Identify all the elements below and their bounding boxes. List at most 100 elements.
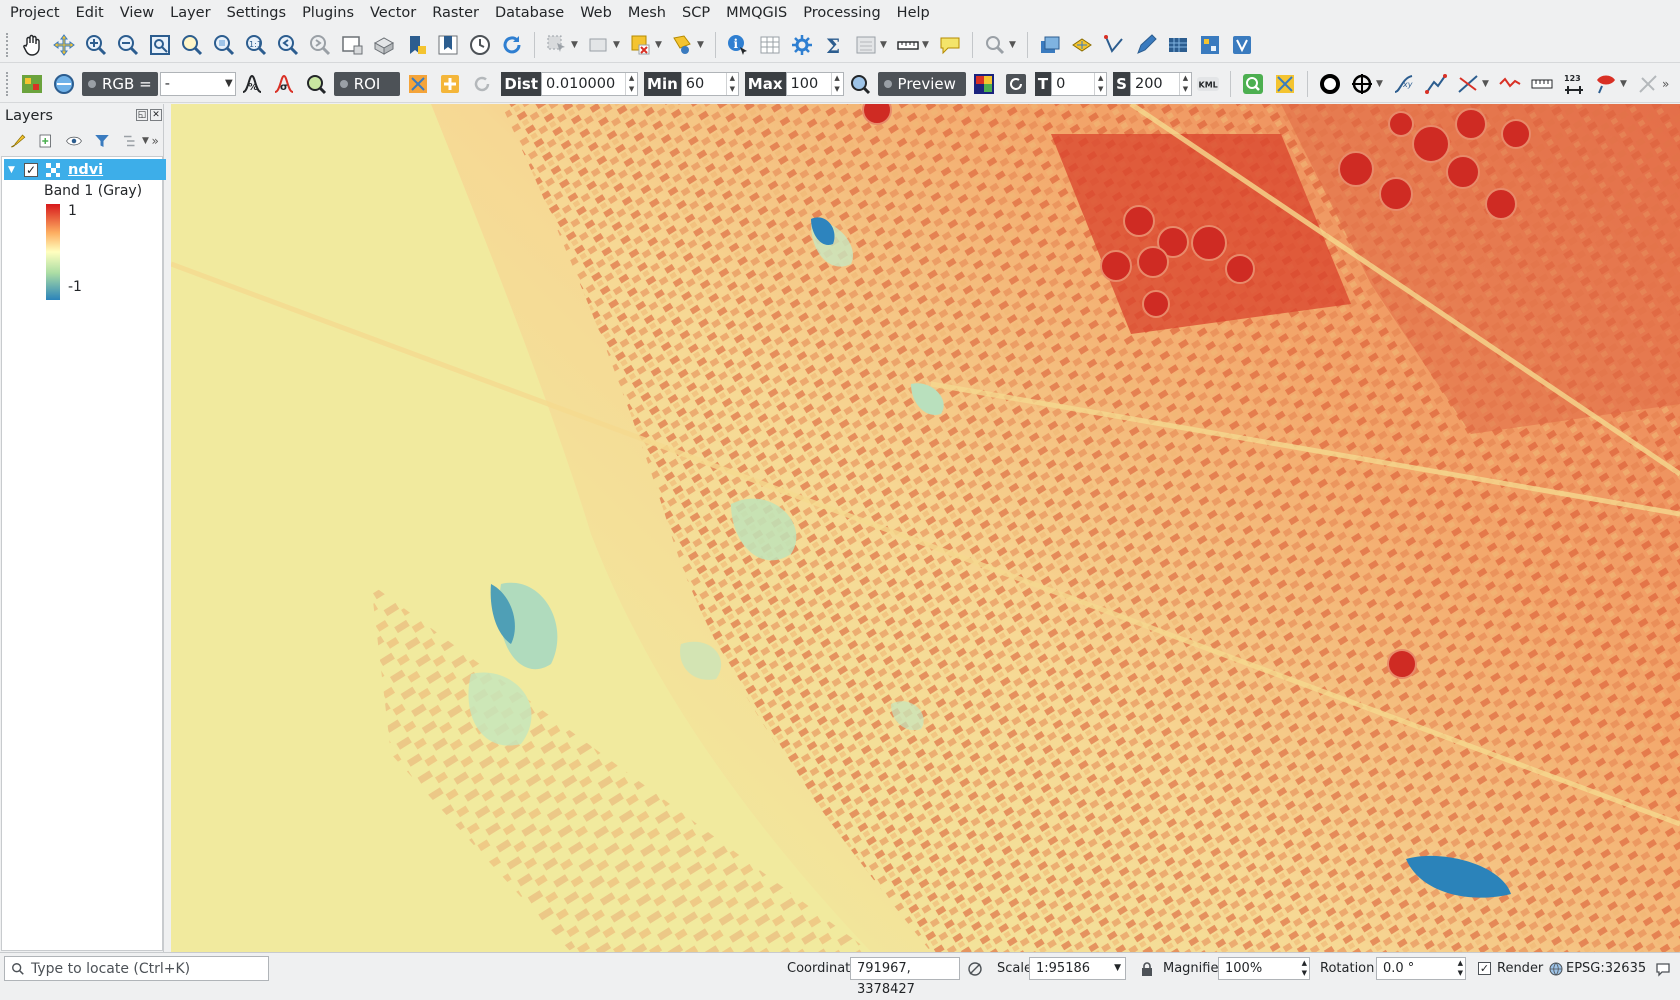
- menu-settings[interactable]: Settings: [219, 0, 294, 27]
- band-set-button[interactable]: [1196, 31, 1224, 59]
- show-bookmarks-button[interactable]: [434, 31, 462, 59]
- numbering-tool-button[interactable]: 123: [1560, 70, 1588, 98]
- temporal-controller-button[interactable]: [466, 31, 494, 59]
- expand-all-button[interactable]: [118, 129, 142, 153]
- refresh-button[interactable]: [498, 31, 526, 59]
- menu-mmqgis[interactable]: MMQGIS: [718, 0, 795, 27]
- rgb-combobox[interactable]: - ▼: [159, 71, 236, 96]
- pan-map-button[interactable]: [18, 31, 46, 59]
- raster-tool-button[interactable]: [1164, 31, 1192, 59]
- menu-help[interactable]: Help: [889, 0, 938, 27]
- zoom-to-selection-button[interactable]: [178, 31, 206, 59]
- float-panel-icon[interactable]: ◱: [136, 109, 148, 121]
- split-tool-button[interactable]: [1454, 70, 1482, 98]
- measure-line-button[interactable]: [894, 31, 922, 59]
- select-by-value-button[interactable]: [585, 31, 613, 59]
- menu-view[interactable]: View: [112, 0, 162, 27]
- menu-plugins[interactable]: Plugins: [294, 0, 362, 27]
- crosshair-tool-button[interactable]: [1348, 70, 1376, 98]
- scale-combobox[interactable]: 1:95186 ▼: [1029, 957, 1126, 980]
- spin-arrows-icon[interactable]: ▲ ▼: [830, 72, 843, 95]
- add-raster-button[interactable]: [1068, 31, 1096, 59]
- disabled-tool-button[interactable]: [1634, 70, 1662, 98]
- zoom-native-button[interactable]: 1:1: [242, 31, 270, 59]
- scp-main-button[interactable]: [18, 70, 46, 98]
- layer-item-ndvi[interactable]: ▼ ✓ ndvi: [4, 159, 166, 180]
- trace-line-button[interactable]: [1422, 70, 1450, 98]
- menu-project[interactable]: Project: [2, 0, 68, 27]
- statistical-summary-button[interactable]: Σ: [820, 31, 848, 59]
- zoom-to-layer-button[interactable]: [210, 31, 238, 59]
- local-std-dev-stretch-button[interactable]: σ: [270, 70, 298, 98]
- offset-tool-button[interactable]: [1496, 70, 1524, 98]
- scp-dock-button[interactable]: [1228, 31, 1256, 59]
- toggle-extents-icon[interactable]: [967, 961, 983, 977]
- layer-name[interactable]: ndvi: [68, 162, 103, 178]
- digitize-button[interactable]: [1132, 31, 1160, 59]
- spin-arrows-icon[interactable]: ▲ ▼: [625, 72, 637, 95]
- chevron-down-icon[interactable]: ▼: [1620, 79, 1628, 89]
- zoom-out-button[interactable]: [114, 31, 142, 59]
- measure-tool-button[interactable]: [1528, 70, 1556, 98]
- spin-arrows-icon[interactable]: ▲ ▼: [1178, 72, 1191, 95]
- filter-legend-button[interactable]: [90, 129, 114, 153]
- magnifier-spinbox[interactable]: 100% ▲ ▼: [1218, 957, 1310, 980]
- map-tips-button[interactable]: [936, 31, 964, 59]
- locate-button[interactable]: [981, 31, 1009, 59]
- menu-scp[interactable]: SCP: [674, 0, 718, 27]
- menu-processing[interactable]: Processing: [795, 0, 888, 27]
- lock-icon[interactable]: [1140, 961, 1154, 977]
- overflow-chevron-icon[interactable]: »: [1662, 77, 1670, 91]
- deselect-features-button[interactable]: [627, 31, 655, 59]
- locator-search-input[interactable]: Type to locate (Ctrl+K): [4, 956, 269, 981]
- vertex-tool-button[interactable]: [1100, 31, 1128, 59]
- zoom-to-preview-button[interactable]: [302, 70, 330, 98]
- zoom-to-temp-roi-button[interactable]: [404, 70, 432, 98]
- identify-features-button[interactable]: i: [724, 31, 752, 59]
- menu-layer[interactable]: Layer: [162, 0, 218, 27]
- menu-mesh[interactable]: Mesh: [620, 0, 674, 27]
- chevron-down-icon[interactable]: ▼: [1482, 79, 1490, 89]
- add-group-button[interactable]: [34, 129, 58, 153]
- chevron-down-icon[interactable]: ▼: [142, 136, 150, 146]
- menu-raster[interactable]: Raster: [424, 0, 487, 27]
- menu-database[interactable]: Database: [487, 0, 572, 27]
- spin-arrows-icon[interactable]: ▲ ▼: [1094, 72, 1106, 95]
- t-spinbox[interactable]: 0 ▲ ▼: [1051, 71, 1108, 96]
- redo-preview-button[interactable]: [1002, 70, 1030, 98]
- new-3d-view-button[interactable]: [370, 31, 398, 59]
- chevron-down-icon[interactable]: ▼: [697, 40, 705, 50]
- classification-preview-button[interactable]: [970, 70, 998, 98]
- toolbar-handle[interactable]: [6, 32, 12, 57]
- min-spinbox[interactable]: 60 ▲ ▼: [680, 71, 739, 96]
- menu-edit[interactable]: Edit: [68, 0, 112, 27]
- pan-to-selection-button[interactable]: [50, 31, 78, 59]
- manage-map-themes-button[interactable]: [62, 129, 86, 153]
- close-icon[interactable]: ✕: [150, 109, 162, 121]
- add-layer-button[interactable]: [1036, 31, 1064, 59]
- search-plugin-button[interactable]: [1239, 70, 1267, 98]
- processing-toolbox-button[interactable]: [788, 31, 816, 59]
- messages-icon[interactable]: [1655, 961, 1671, 977]
- create-roi-button[interactable]: [436, 70, 464, 98]
- select-location-button[interactable]: [669, 31, 697, 59]
- spin-arrows-icon[interactable]: ▲ ▼: [725, 72, 738, 95]
- shape-tool-button[interactable]: [1592, 70, 1620, 98]
- dist-spinbox[interactable]: 0.010000 ▲ ▼: [541, 71, 639, 96]
- max-spinbox[interactable]: 100 ▲ ▼: [785, 71, 844, 96]
- menu-web[interactable]: Web: [572, 0, 620, 27]
- redo-roi-button[interactable]: [468, 70, 496, 98]
- s-spinbox[interactable]: 200 ▲ ▼: [1129, 71, 1192, 96]
- new-map-view-button[interactable]: [338, 31, 366, 59]
- chevron-down-icon[interactable]: ▼: [1376, 79, 1384, 89]
- circle-tool-button[interactable]: [1316, 70, 1344, 98]
- kml-export-button[interactable]: KML: [1194, 70, 1222, 98]
- xy-tool-button[interactable]: xy: [1390, 70, 1418, 98]
- zoom-in-button[interactable]: [82, 31, 110, 59]
- zoom-full-button[interactable]: [146, 31, 174, 59]
- menu-vector[interactable]: Vector: [362, 0, 424, 27]
- new-bookmark-button[interactable]: [402, 31, 430, 59]
- chevron-down-icon[interactable]: ▼: [1009, 40, 1017, 50]
- coordinate-field[interactable]: 791967, 3378427: [850, 957, 960, 997]
- collapse-triangle-icon[interactable]: ▼: [8, 165, 18, 175]
